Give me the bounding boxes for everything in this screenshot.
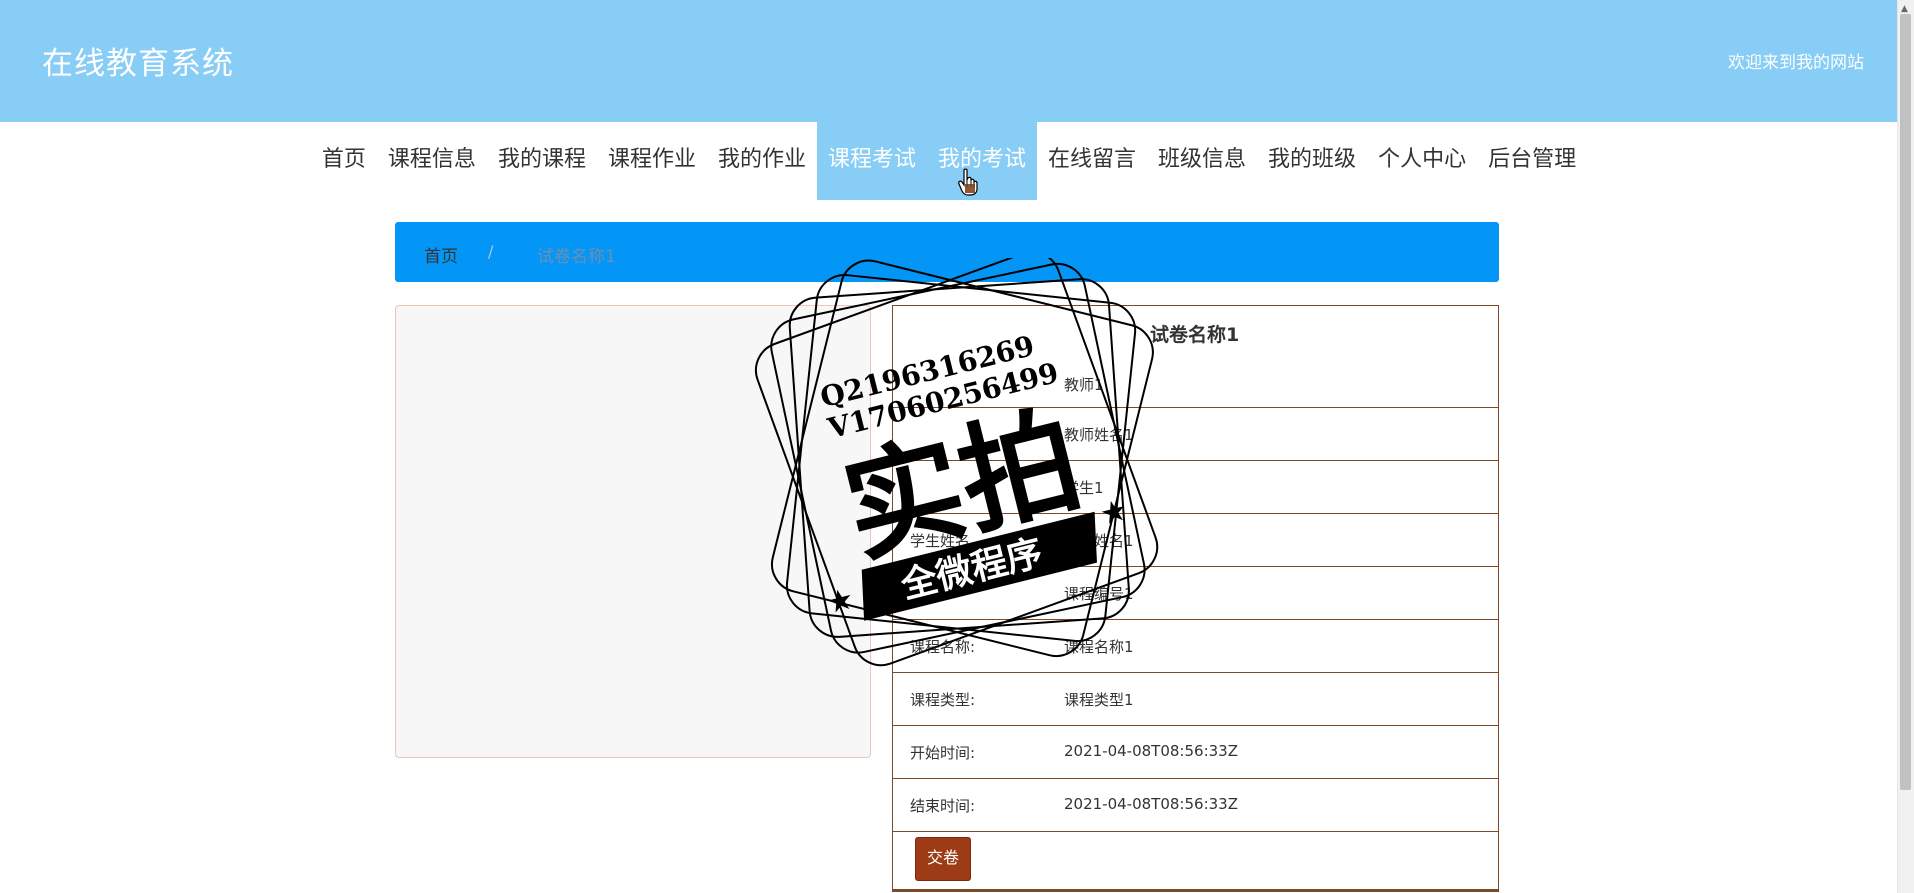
nav-item-class-info[interactable]: 班级信息 bbox=[1147, 122, 1257, 200]
detail-row: 教师1 bbox=[893, 306, 1498, 408]
nav-item-home[interactable]: 首页 bbox=[311, 122, 377, 200]
scroll-thumb[interactable] bbox=[1900, 14, 1911, 790]
welcome-text: 欢迎来到我的网站 bbox=[1728, 53, 1864, 73]
nav-item-my-homework[interactable]: 我的作业 bbox=[707, 122, 817, 200]
breadcrumb-current: 试卷名称1 bbox=[537, 247, 616, 267]
row-value: 教师姓名1 bbox=[1064, 426, 1134, 444]
row-label: 结束时间: bbox=[910, 797, 976, 815]
detail-row: 学生姓名 学生姓名1 bbox=[893, 513, 1498, 567]
nav-item-course-exam[interactable]: 课程考试 bbox=[816, 122, 927, 200]
detail-row: 课程名称: 课程名称1 bbox=[893, 619, 1498, 673]
nav-item-course-homework[interactable]: 课程作业 bbox=[597, 122, 707, 200]
nav-item-online-message[interactable]: 在线留言 bbox=[1037, 122, 1147, 200]
row-label: 开始时间: bbox=[910, 744, 976, 762]
detail-row: 教师姓名1 bbox=[893, 407, 1498, 461]
nav-item-my-class[interactable]: 我的班级 bbox=[1257, 122, 1367, 200]
row-value: 学生姓名1 bbox=[1064, 532, 1134, 550]
row-label: 课程类型: bbox=[910, 691, 976, 709]
vertical-scrollbar[interactable]: ▲ bbox=[1897, 0, 1914, 893]
nav-item-course-info[interactable]: 课程信息 bbox=[377, 122, 487, 200]
nav-item-admin[interactable]: 后台管理 bbox=[1477, 122, 1587, 200]
row-value: 课程类型1 bbox=[1064, 691, 1134, 709]
row-value: 课程名称1 bbox=[1064, 638, 1134, 656]
nav-item-personal-center[interactable]: 个人中心 bbox=[1367, 122, 1477, 200]
row-label: 课程名称: bbox=[910, 638, 976, 656]
nav-item-my-courses[interactable]: 我的课程 bbox=[487, 122, 597, 200]
row-value: 2021-04-08T08:56:33Z bbox=[1064, 795, 1238, 813]
main-nav: 首页 课程信息 我的课程 课程作业 我的作业 课程考试 我的考试 在线留言 班级… bbox=[0, 122, 1898, 200]
row-value: 教师1 bbox=[1064, 376, 1104, 394]
breadcrumb-separator: / bbox=[488, 242, 494, 261]
detail-row: 结束时间: 2021-04-08T08:56:33Z bbox=[893, 778, 1498, 832]
site-title[interactable]: 在线教育系统 bbox=[42, 38, 234, 83]
submit-exam-button[interactable]: 交卷 bbox=[915, 837, 971, 881]
detail-row: 开始时间: 2021-04-08T08:56:33Z bbox=[893, 725, 1498, 779]
exam-detail-table: 试卷名称1 教师1 教师姓名1 学生1 学生姓名 学生姓名1 课程编号1 课程名… bbox=[892, 305, 1499, 892]
hand-pointer-icon bbox=[958, 168, 978, 196]
breadcrumb-home[interactable]: 首页 bbox=[424, 242, 458, 267]
row-value: 2021-04-08T08:56:33Z bbox=[1064, 742, 1238, 760]
nav-item-my-exam[interactable]: 我的考试 bbox=[927, 122, 1038, 200]
exam-image-placeholder bbox=[395, 305, 871, 758]
scroll-up-icon[interactable]: ▲ bbox=[1901, 4, 1908, 14]
row-value: 课程编号1 bbox=[1064, 585, 1134, 603]
row-value: 学生1 bbox=[1064, 479, 1104, 497]
breadcrumb: 首页 / 试卷名称1 bbox=[395, 222, 1499, 282]
detail-row: 课程类型: 课程类型1 bbox=[893, 672, 1498, 726]
site-header: 在线教育系统 欢迎来到我的网站 bbox=[0, 0, 1898, 122]
detail-row: 学生1 bbox=[893, 460, 1498, 514]
detail-row: 课程编号1 bbox=[893, 566, 1498, 620]
row-label: 学生姓名 bbox=[910, 532, 971, 550]
